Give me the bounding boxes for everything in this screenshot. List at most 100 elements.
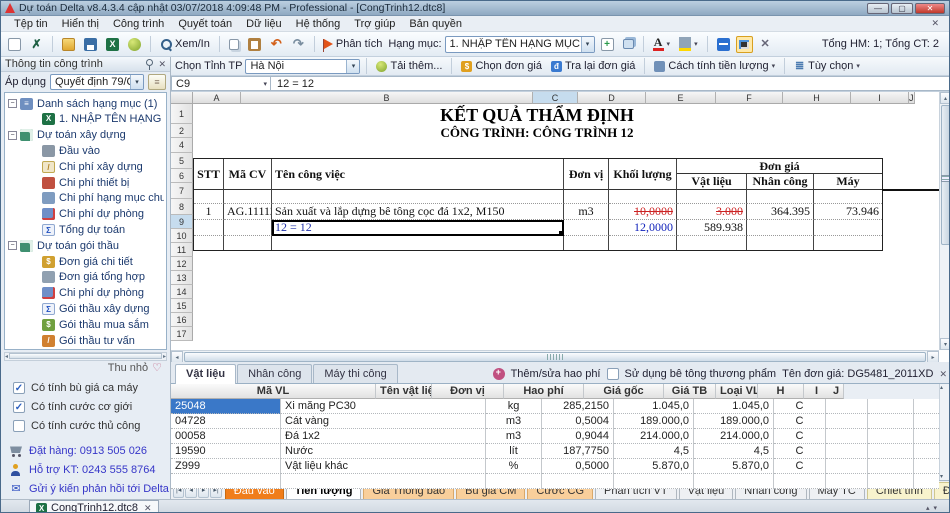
add-item-button[interactable]: +	[598, 37, 617, 52]
header-cell[interactable]: Đơn giá	[677, 159, 882, 174]
tree-item[interactable]: − Σ Gói thầu xây dựng	[7, 301, 164, 317]
redo-button[interactable]: ↷	[289, 37, 308, 52]
paste-button[interactable]	[245, 37, 264, 52]
menu-item[interactable]: Quyết toán	[171, 17, 239, 31]
cell[interactable]: AG.11112	[224, 204, 272, 220]
material-name[interactable]: Xi măng PC30	[281, 399, 486, 414]
fill-color-button[interactable]: ▾	[676, 36, 701, 52]
material-code[interactable]: 19590	[171, 444, 281, 459]
panel-close-icon[interactable]: ✕	[158, 59, 166, 70]
cell[interactable]	[747, 190, 814, 204]
column-header[interactable]: D	[578, 92, 646, 104]
menu-item[interactable]: Hiển thị	[55, 17, 106, 31]
pane-splitter[interactable]	[941, 175, 950, 182]
column-header[interactable]: H	[783, 92, 851, 104]
material-column-header[interactable]: Giá TB	[664, 384, 716, 399]
pane-vertical-scrollbar[interactable]: ▴ ▾	[939, 384, 950, 480]
tree-expand-icon[interactable]: −	[8, 131, 17, 140]
material-giagoc[interactable]: 4,5	[614, 444, 694, 459]
cell[interactable]	[914, 444, 939, 459]
cell[interactable]	[272, 236, 564, 250]
decision-select[interactable]: Quyết định 79/QĐ-B... ▾	[50, 74, 144, 90]
row-header[interactable]: 2	[171, 124, 193, 138]
menu-item[interactable]: Dữ liệu	[239, 17, 289, 31]
scrollbar-thumb[interactable]	[184, 352, 926, 362]
delta-export-button[interactable]: ✗	[27, 37, 46, 52]
contact-link[interactable]: ✉ Gửi ý kiến phản hồi tới Delta	[9, 480, 170, 499]
row-header[interactable]: 7	[171, 183, 193, 199]
scroll-down-icon[interactable]: ▾	[940, 338, 950, 350]
menu-item[interactable]: Hệ thống	[289, 17, 348, 31]
haophi-tab[interactable]: Vật liệu	[175, 364, 236, 384]
material-giagoc[interactable]: 189.000,0	[614, 414, 694, 429]
cell[interactable]	[826, 444, 868, 459]
cell[interactable]: Sản xuất và lắp dựng bê tông cọc đá 1x2,…	[272, 204, 564, 220]
row-header[interactable]: 10	[171, 229, 193, 243]
cell[interactable]	[194, 220, 224, 236]
column-header[interactable]: E	[646, 92, 716, 104]
material-giatb[interactable]: 189.000,0	[694, 414, 774, 429]
material-giatb[interactable]: 4,5	[694, 444, 774, 459]
material-unit[interactable]: kg	[486, 399, 542, 414]
choose-price-button[interactable]: $Chọn đơn giá	[458, 59, 545, 73]
tree-item[interactable]: − ≡ Danh sách hạng mục (1)	[7, 96, 164, 112]
material-row[interactable]: 25048 Xi măng PC30 kg 285,2150 1.045,0 1…	[171, 399, 939, 414]
cell[interactable]: 364.395	[747, 204, 814, 220]
dropdown-arrow-icon[interactable]: ▾	[581, 37, 594, 52]
row-header[interactable]: 16	[171, 313, 193, 327]
material-name[interactable]: Vật liệu khác	[281, 459, 486, 474]
menu-item[interactable]: Tệp tin	[7, 17, 55, 31]
material-code[interactable]: Z999	[171, 459, 281, 474]
column-header[interactable]: B	[241, 92, 533, 104]
maximize-button[interactable]: ▢	[891, 3, 913, 14]
row-header[interactable]: 17	[171, 327, 193, 341]
cell[interactable]	[814, 236, 882, 250]
selected-cell[interactable]: 12 = 12	[272, 220, 564, 236]
material-haophi[interactable]: 0,5000	[542, 459, 614, 474]
cell[interactable]	[564, 190, 609, 204]
dropdown-arrow-icon[interactable]: ▾	[130, 75, 143, 89]
material-unit[interactable]: m3	[486, 414, 542, 429]
material-code[interactable]: 25048	[171, 399, 281, 414]
checkbox[interactable]: ✓	[13, 382, 25, 394]
material-name[interactable]: Nước	[281, 444, 486, 459]
tree-item[interactable]: − Dự toán gói thầu	[7, 238, 164, 254]
cell[interactable]: 10,0000	[609, 204, 677, 220]
tree-expand-icon[interactable]: −	[8, 241, 17, 250]
row-header[interactable]: 4	[171, 138, 193, 153]
panel-toggle-button[interactable]	[736, 36, 753, 53]
tree-item[interactable]: − Chi phí thiết bị	[7, 175, 164, 191]
tree-item[interactable]: − Chi phí hạng mục chung	[7, 190, 164, 206]
material-row[interactable]: 19590 Nước lít 187,7750 4,5 4,5 C	[171, 444, 939, 459]
cell[interactable]	[747, 220, 814, 236]
row-header[interactable]: 11	[171, 243, 193, 257]
select-all-corner[interactable]	[171, 92, 193, 104]
font-color-button[interactable]: A▾	[650, 36, 674, 52]
row-header[interactable]: 12	[171, 257, 193, 271]
material-row[interactable]: 00058 Đá 1x2 m3 0,9044 214.000,0 214.000…	[171, 429, 939, 444]
row-header[interactable]: 8	[171, 199, 193, 215]
material-code[interactable]: 00058	[171, 429, 281, 444]
material-column-header[interactable]: J	[829, 384, 844, 399]
material-column-header[interactable]: Loại VL	[716, 384, 758, 399]
tree-item[interactable]: − Chi phí dự phòng	[7, 206, 164, 222]
close-button[interactable]: ✕	[915, 3, 945, 14]
cell[interactable]	[677, 190, 747, 204]
cell-reference-box[interactable]: C9 ▾	[171, 76, 271, 91]
tree-item[interactable]: − Chi phí dự phòng	[7, 285, 164, 301]
formula-input[interactable]: 12 = 12	[271, 76, 950, 91]
material-haophi[interactable]: 0,9044	[542, 429, 614, 444]
row-header[interactable]: 15	[171, 299, 193, 313]
material-column-header[interactable]: Mã VL	[171, 384, 376, 399]
material-column-header[interactable]: I	[804, 384, 829, 399]
sheet-canvas[interactable]: KẾT QUẢ THẨM ĐỊNH CÔNG TRÌNH: CÔNG TRÌNH…	[193, 104, 939, 350]
material-giagoc[interactable]: 5.870,0	[614, 459, 694, 474]
cell[interactable]: 12,0000	[609, 220, 677, 236]
row-header[interactable]: 9	[171, 215, 193, 229]
scroll-down-icon[interactable]: ▾	[940, 473, 950, 480]
haophi-tab[interactable]: Nhân công	[237, 364, 312, 383]
cell[interactable]	[868, 414, 914, 429]
material-name[interactable]: Cát vàng	[281, 414, 486, 429]
cell[interactable]	[868, 459, 914, 474]
tree-item[interactable]: − Đơn giá tổng hợp	[7, 269, 164, 285]
